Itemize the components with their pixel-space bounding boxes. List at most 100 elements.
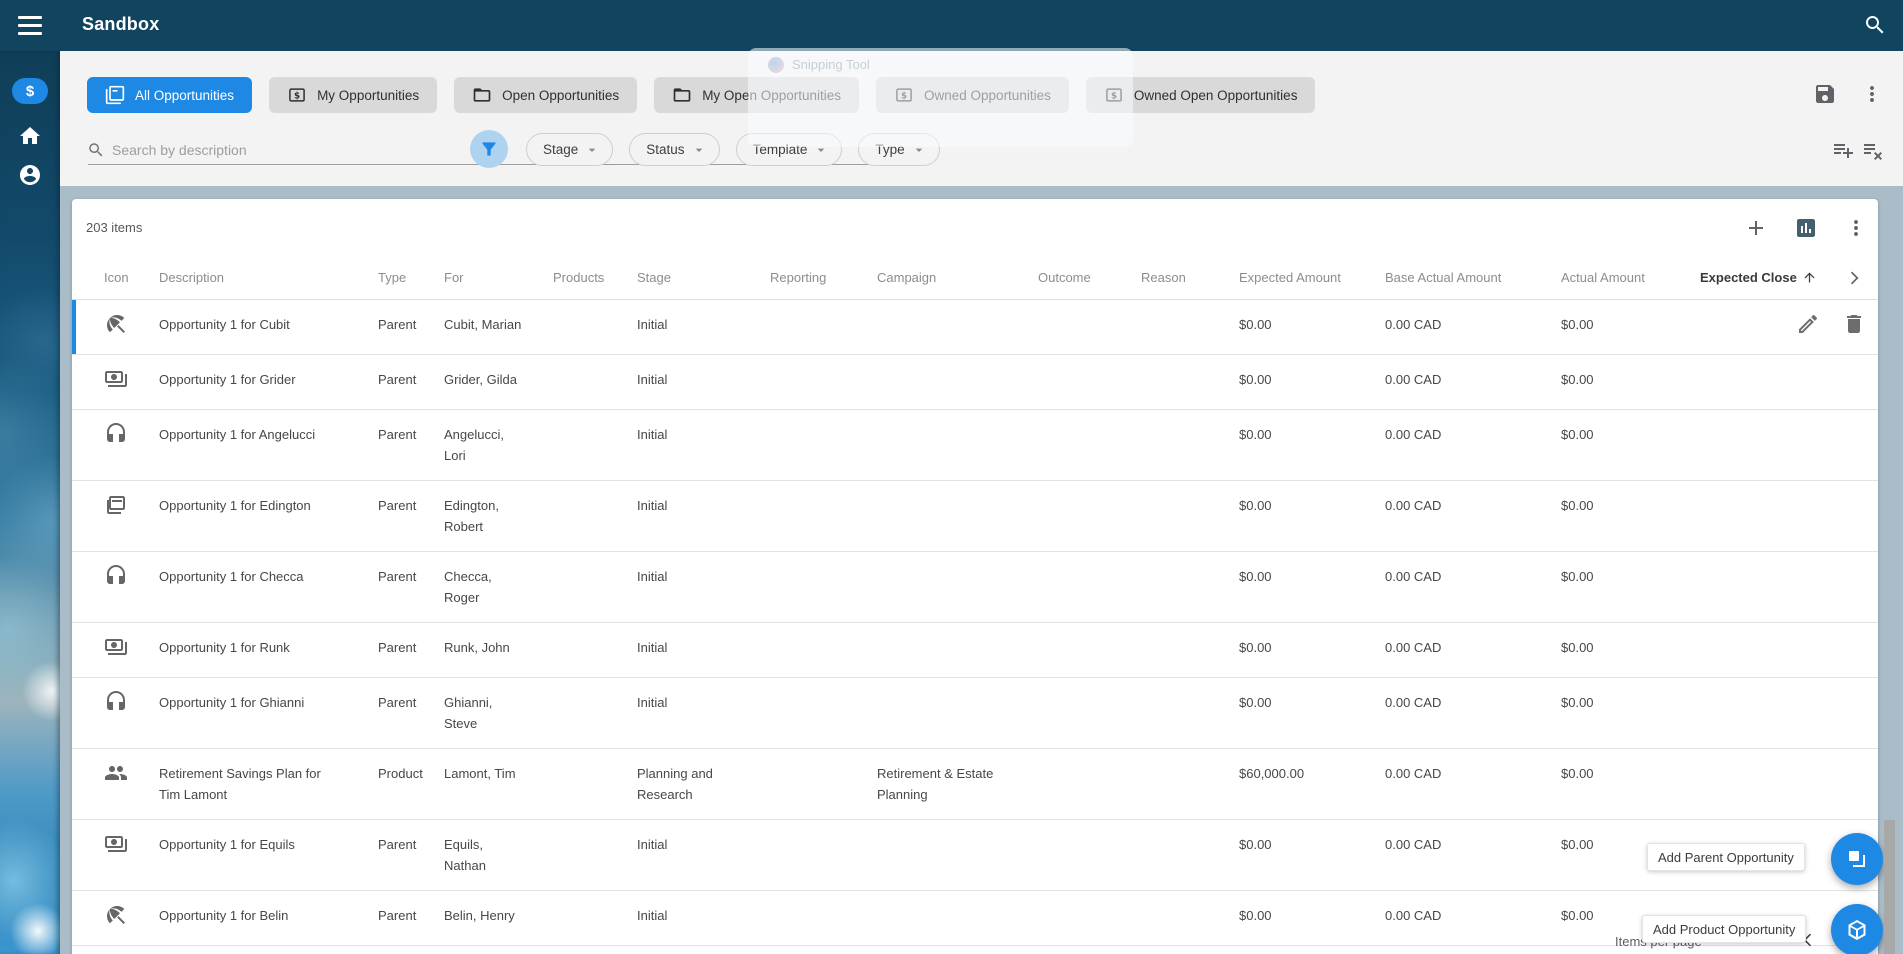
table-row[interactable]: Opportunity 1 for Equils Parent Equils, Na… (72, 820, 1878, 891)
tab-label: Owned Open Opportunities (1133, 87, 1298, 103)
table-row[interactable]: Opportunity 1 for Belin Parent Belin, Henr… (72, 891, 1878, 946)
hamburger-menu-icon[interactable] (18, 16, 42, 35)
view-tab-owned-open-opportunities[interactable]: $ Owned Open Opportunities (1085, 77, 1316, 113)
table-row[interactable]: Opportunity 1 for Angelucci Parent Angeluc… (72, 410, 1878, 481)
view-tab-open-opportunities[interactable]: Open Opportunities (454, 77, 638, 113)
chevron-down-icon (584, 142, 600, 158)
filter-dropdown-template[interactable]: Template (735, 133, 843, 166)
cell-description: Opportunity 1 for Checca (159, 569, 304, 584)
view-tab-my-opportunities[interactable]: $ My Opportunities (269, 77, 438, 113)
column-header-actual-amount[interactable]: Actual Amount (1561, 270, 1700, 285)
column-header-base-actual-amount[interactable]: Base Actual Amount (1385, 270, 1561, 285)
table-row[interactable]: Retirement Savings Plan for Tim Lamont Pr… (72, 749, 1878, 820)
cell-reason (1141, 623, 1239, 677)
cell-campaign (877, 300, 1038, 354)
sidebar-item-profile[interactable] (18, 163, 42, 187)
cell-campaign (877, 623, 1038, 677)
headset-icon (104, 422, 128, 446)
cell-stage: Initial (637, 427, 668, 442)
cell-for: Lamont, Tim (444, 766, 516, 781)
add-product-opportunity-button[interactable] (1831, 904, 1883, 954)
search-field-icon (87, 141, 105, 159)
filter-button[interactable] (470, 130, 508, 168)
edit-row-button[interactable] (1796, 312, 1820, 336)
fab-tooltip: Add Product Opportunity (1642, 915, 1807, 943)
filter-dropdown-type[interactable]: Type (858, 133, 940, 166)
column-header-reporting[interactable]: Reporting (770, 270, 877, 285)
column-header-stage[interactable]: Stage (637, 270, 770, 285)
view-tab-my-open-opportunities[interactable]: My Open Opportunities (654, 77, 860, 113)
view-tab-owned-opportunities[interactable]: $ Owned Opportunities (876, 77, 1069, 113)
cell-for: Grider, Gilda (444, 372, 517, 387)
table-row[interactable]: Opportunity 1 for Checca Parent Checca, Ro… (72, 552, 1878, 623)
table-row[interactable]: Opportunity 1 for Grider Parent Grider, Gi… (72, 355, 1878, 410)
tab-label: Open Opportunities (502, 87, 620, 103)
column-header-campaign[interactable]: Campaign (877, 270, 1038, 285)
cell-outcome (1038, 749, 1141, 819)
column-header-expected-amount[interactable]: Expected Amount (1239, 270, 1385, 285)
scroll-columns-right-icon[interactable] (1844, 268, 1864, 288)
flip-to-front-icon (1845, 847, 1869, 871)
cell-products (553, 678, 637, 748)
column-header-description[interactable]: Description (159, 270, 378, 285)
column-header-for[interactable]: For (444, 270, 553, 285)
table-row[interactable]: Opportunity 1 for Runk Parent Runk, John In… (72, 623, 1878, 678)
more-options-icon[interactable] (1860, 82, 1884, 106)
cell-base-actual-amount: 0.00 CAD (1385, 695, 1442, 710)
view-tab-all-opportunities[interactable]: All Opportunities (87, 77, 253, 113)
cell-type: Parent (378, 498, 417, 513)
cell-products (553, 623, 637, 677)
cell-base-actual-amount: 0.00 CAD (1385, 498, 1442, 513)
scrollbar-thumb[interactable] (1884, 820, 1895, 954)
snipping-tool-icon (768, 57, 784, 73)
column-header-icon[interactable]: Icon (72, 270, 159, 285)
cube-icon (1845, 918, 1869, 942)
column-label: Expected Close (1700, 270, 1797, 285)
view-tabs: All Opportunities $ My Opportunities Open O… (87, 77, 1316, 113)
cell-reason (1141, 552, 1239, 622)
folder-icon (672, 85, 692, 105)
table-row[interactable]: Opportunity 1 for Edington Parent Edington… (72, 481, 1878, 552)
card-more-options-icon[interactable] (1844, 216, 1868, 240)
column-header-products[interactable]: Products (553, 270, 637, 285)
playlist-remove-icon[interactable] (1861, 138, 1885, 162)
cell-icon (72, 355, 159, 409)
save-view-button[interactable] (1813, 82, 1837, 106)
cell-products (553, 820, 637, 890)
delete-row-button[interactable] (1842, 312, 1866, 336)
filter-dropdown-status[interactable]: Status (629, 133, 720, 166)
cell-outcome (1038, 300, 1141, 354)
umbrella-icon (104, 903, 128, 927)
cell-reason (1141, 481, 1239, 551)
cell-reporting (770, 749, 877, 819)
column-header-reason[interactable]: Reason (1141, 270, 1239, 285)
tab-label: My Open Opportunities (702, 87, 842, 103)
filter-dropdown-stage[interactable]: Stage (526, 133, 614, 166)
cell-reason (1141, 891, 1239, 945)
playlist-add-icon[interactable] (1831, 138, 1855, 162)
table-row[interactable]: Opportunity 1 for Cubit Parent Cubit, Mari… (72, 300, 1878, 355)
fab-tooltip: Add Parent Opportunity (1647, 843, 1805, 871)
column-header-expected-close[interactable]: Expected Close (1700, 270, 1830, 285)
cell-type: Parent (378, 317, 417, 332)
add-icon[interactable] (1744, 216, 1768, 240)
cell-description: Opportunity 1 for Edington (159, 498, 311, 513)
sidebar-item-home[interactable] (18, 124, 42, 148)
cell-base-actual-amount: 0.00 CAD (1385, 317, 1442, 332)
column-label: Base Actual Amount (1385, 270, 1502, 285)
search-icon[interactable] (1863, 13, 1887, 37)
sidebar-item-opportunities[interactable]: $ (12, 78, 48, 104)
cell-products (553, 552, 637, 622)
row-actions (1796, 312, 1866, 336)
card-header: 203 items (72, 199, 1878, 256)
cell-stage: Initial (637, 640, 668, 655)
add-parent-opportunity-button[interactable] (1831, 833, 1883, 885)
chart-view-icon[interactable] (1794, 216, 1818, 240)
column-label: Reporting (770, 270, 827, 285)
column-header-type[interactable]: Type (378, 270, 444, 285)
column-header-outcome[interactable]: Outcome (1038, 270, 1141, 285)
cell-campaign (877, 481, 1038, 551)
cell-actual-amount: $0.00 (1561, 640, 1594, 655)
table-row[interactable]: Opportunity 1 for Ghianni Parent Ghianni, … (72, 678, 1878, 749)
cell-description: Opportunity 1 for Angelucci (159, 427, 316, 442)
